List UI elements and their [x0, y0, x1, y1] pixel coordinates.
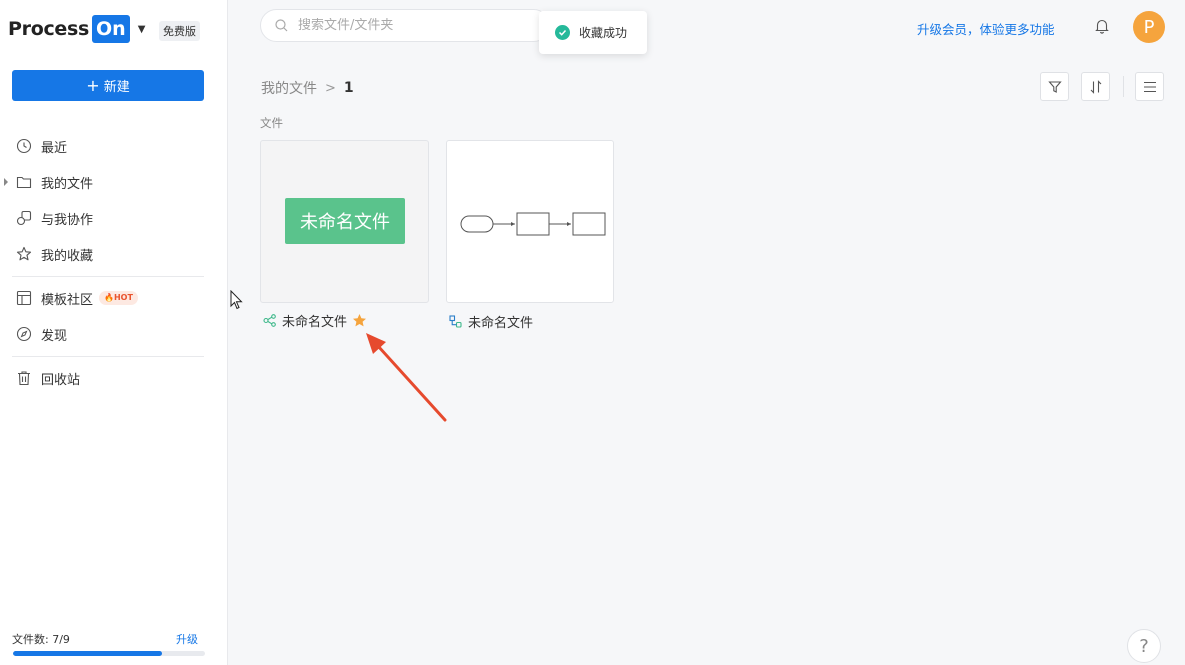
- filter-icon: [1047, 80, 1062, 93]
- star-outline-icon: [16, 246, 32, 261]
- sidebar-item-label: 回收站: [41, 372, 81, 388]
- file-card[interactable]: [446, 140, 614, 303]
- trash-icon: [18, 371, 30, 386]
- file-name: 未命名文件: [468, 316, 534, 331]
- breadcrumb: 我的文件 > 1: [261, 78, 354, 98]
- search-input[interactable]: [298, 18, 518, 33]
- file-card-title[interactable]: 未命名文件: [263, 311, 367, 330]
- annotation-arrow: [366, 333, 447, 422]
- sidebar-item-favorites[interactable]: 我的收藏: [0, 239, 228, 269]
- file-quota-progress-fill: [13, 651, 163, 656]
- check-circle-icon: [555, 25, 570, 40]
- flowchart-thumbnail: [460, 212, 606, 236]
- sidebar-divider: [12, 276, 204, 277]
- mouse-cursor-icon: [230, 290, 243, 310]
- plus-icon: +: [86, 75, 100, 95]
- brand-name-part2: On: [92, 15, 130, 43]
- toast-message: 收藏成功: [579, 26, 628, 40]
- collaborate-icon: [16, 210, 32, 226]
- star-filled-icon[interactable]: [352, 313, 367, 328]
- sidebar-item-label: 我的收藏: [41, 248, 94, 264]
- toolbar-divider: [1123, 76, 1124, 97]
- sidebar-item-label: 模板社区: [41, 292, 94, 308]
- breadcrumb-separator: >: [325, 80, 336, 96]
- thumbnail-text: 未命名文件: [300, 212, 390, 233]
- filter-button[interactable]: [1040, 72, 1069, 101]
- file-quota-label: 文件数: 7/9: [12, 633, 70, 646]
- hot-badge-label: HOT: [113, 293, 133, 302]
- sort-button[interactable]: [1081, 72, 1110, 101]
- sort-icon: [1090, 79, 1101, 94]
- list-view-button[interactable]: [1135, 72, 1164, 101]
- flowchart-icon: [449, 315, 462, 328]
- search-box[interactable]: [260, 9, 550, 42]
- sidebar-item-templates[interactable]: 模板社区 🔥HOT: [0, 283, 228, 313]
- breadcrumb-root[interactable]: 我的文件: [261, 78, 317, 98]
- sidebar: Process On ▼ 免费版 + 新建 最近 我的文件 与我协作 我的收藏 …: [0, 0, 228, 665]
- clock-icon: [16, 138, 32, 154]
- file-card[interactable]: 未命名文件: [260, 140, 429, 303]
- help-button[interactable]: ?: [1127, 629, 1161, 663]
- user-avatar[interactable]: P: [1133, 11, 1165, 43]
- new-button[interactable]: + 新建: [12, 70, 204, 101]
- sidebar-item-shared[interactable]: 与我协作: [0, 203, 228, 233]
- chevron-down-icon[interactable]: ▼: [138, 24, 146, 35]
- file-quota-progress: [13, 651, 205, 656]
- sidebar-item-discover[interactable]: 发现: [0, 319, 228, 349]
- sidebar-item-label: 我的文件: [41, 176, 94, 192]
- quota-upgrade-link[interactable]: 升级: [176, 631, 198, 647]
- template-icon: [16, 290, 32, 306]
- file-thumbnail: 未命名文件: [285, 198, 405, 244]
- files-section-label: 文件: [260, 116, 283, 130]
- list-icon: [1143, 81, 1156, 92]
- search-icon: [275, 19, 288, 32]
- bell-icon[interactable]: [1093, 17, 1111, 35]
- caret-right-icon[interactable]: [4, 178, 8, 186]
- toast-notification: 收藏成功: [539, 11, 647, 54]
- sidebar-item-my-files[interactable]: 我的文件: [0, 167, 228, 197]
- mindmap-icon: [263, 314, 276, 327]
- upgrade-membership-link[interactable]: 升级会员，体验更多功能: [917, 19, 1055, 38]
- breadcrumb-current: 1: [343, 80, 354, 96]
- folder-icon: [16, 176, 32, 189]
- sidebar-item-recent[interactable]: 最近: [0, 131, 228, 161]
- plan-badge: 免费版: [159, 21, 200, 41]
- file-name: 未命名文件: [282, 315, 348, 330]
- brand-name-part1: Process: [8, 18, 90, 40]
- hot-badge: 🔥HOT: [99, 291, 138, 305]
- file-card-title[interactable]: 未命名文件: [449, 312, 533, 331]
- sidebar-item-trash[interactable]: 回收站: [0, 363, 228, 393]
- sidebar-item-label: 与我协作: [41, 212, 94, 228]
- sidebar-item-label: 最近: [41, 140, 68, 156]
- sidebar-divider: [12, 356, 204, 357]
- compass-icon: [16, 326, 32, 342]
- new-button-label: 新建: [103, 80, 130, 95]
- sidebar-item-label: 发现: [41, 328, 68, 344]
